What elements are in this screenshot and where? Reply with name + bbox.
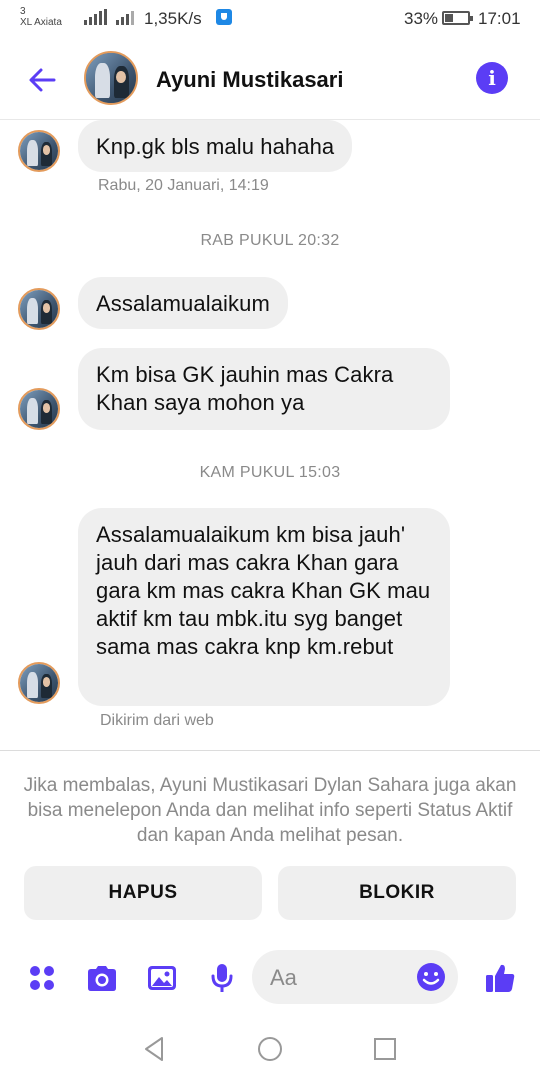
message-timestamp: Rabu, 20 Januari, 14:19	[98, 177, 269, 194]
block-button[interactable]: BLOKIR	[278, 866, 516, 920]
message-bubble[interactable]: Km bisa GK jauhin mas Cakra Khan saya mo…	[78, 348, 450, 430]
battery-icon	[442, 11, 473, 25]
message-bubble[interactable]: Assalamualaikum	[78, 277, 288, 329]
sender-avatar[interactable]	[18, 288, 60, 330]
chat-header: Ayuni Mustikasari i	[0, 40, 540, 137]
clock: 17:01	[478, 9, 521, 28]
carrier-name: XL Axiata	[20, 17, 62, 28]
input-placeholder: Aa	[270, 965, 297, 990]
thumbs-up-icon	[486, 964, 515, 992]
home-circle-icon[interactable]	[255, 1034, 285, 1064]
back-button[interactable]	[22, 60, 62, 100]
sender-avatar[interactable]	[18, 130, 60, 172]
signal-icon-2	[116, 9, 134, 25]
sender-avatar[interactable]	[18, 388, 60, 430]
status-bar: 3 XL Axiata 1,35K/s 33% 17:01	[0, 0, 540, 40]
like-button[interactable]	[482, 960, 518, 996]
microphone-icon	[211, 964, 233, 992]
message-bubble[interactable]: Assalamualaikum km bisa jauh' jauh dari …	[78, 508, 450, 706]
signal-icon	[84, 9, 107, 25]
shield-icon	[216, 9, 232, 25]
message-text: Knp.gk bls malu hahaha	[96, 134, 335, 159]
image-icon	[148, 966, 176, 990]
camera-icon	[88, 966, 116, 991]
carrier-info: 3 XL Axiata	[20, 6, 62, 28]
camera-button[interactable]	[84, 960, 120, 996]
gallery-button[interactable]	[144, 960, 180, 996]
contact-name[interactable]: Ayuni Mustikasari	[156, 67, 343, 93]
contact-avatar[interactable]	[84, 51, 138, 105]
network-speed: 1,35K/s	[144, 9, 202, 28]
message-text: Km bisa GK jauhin mas Cakra Khan saya mo…	[96, 362, 394, 415]
time-divider: RAB PUKUL 20:32	[200, 232, 340, 249]
system-navbar	[0, 1020, 540, 1080]
arrow-left-icon	[29, 68, 56, 92]
battery-percent: 33%	[404, 9, 439, 28]
message-source: Dikirim dari web	[100, 712, 214, 729]
sim-slot: 3	[20, 6, 26, 17]
divider	[0, 750, 540, 751]
reply-notice: Jika membalas, Ayuni Mustikasari Dylan S…	[23, 775, 517, 846]
apps-icon	[30, 966, 54, 990]
recents-square-icon[interactable]	[370, 1034, 400, 1064]
message-text: Assalamualaikum km bisa jauh' jauh dari …	[96, 522, 431, 659]
message-bubble[interactable]: Knp.gk bls malu hahaha	[78, 120, 353, 172]
composer: Aa	[0, 948, 540, 1008]
voice-button[interactable]	[204, 960, 240, 996]
info-button[interactable]: i	[476, 62, 508, 94]
time-divider: KAM PUKUL 15:03	[199, 464, 341, 481]
message-input[interactable]: Aa	[252, 950, 458, 1004]
delete-button[interactable]: HAPUS	[24, 866, 262, 920]
sender-avatar[interactable]	[18, 662, 60, 704]
message-text: Assalamualaikum	[96, 291, 270, 316]
info-icon: i	[488, 66, 496, 90]
emoji-icon[interactable]	[416, 962, 446, 992]
back-triangle-icon[interactable]	[140, 1034, 170, 1064]
apps-button[interactable]	[24, 960, 60, 996]
